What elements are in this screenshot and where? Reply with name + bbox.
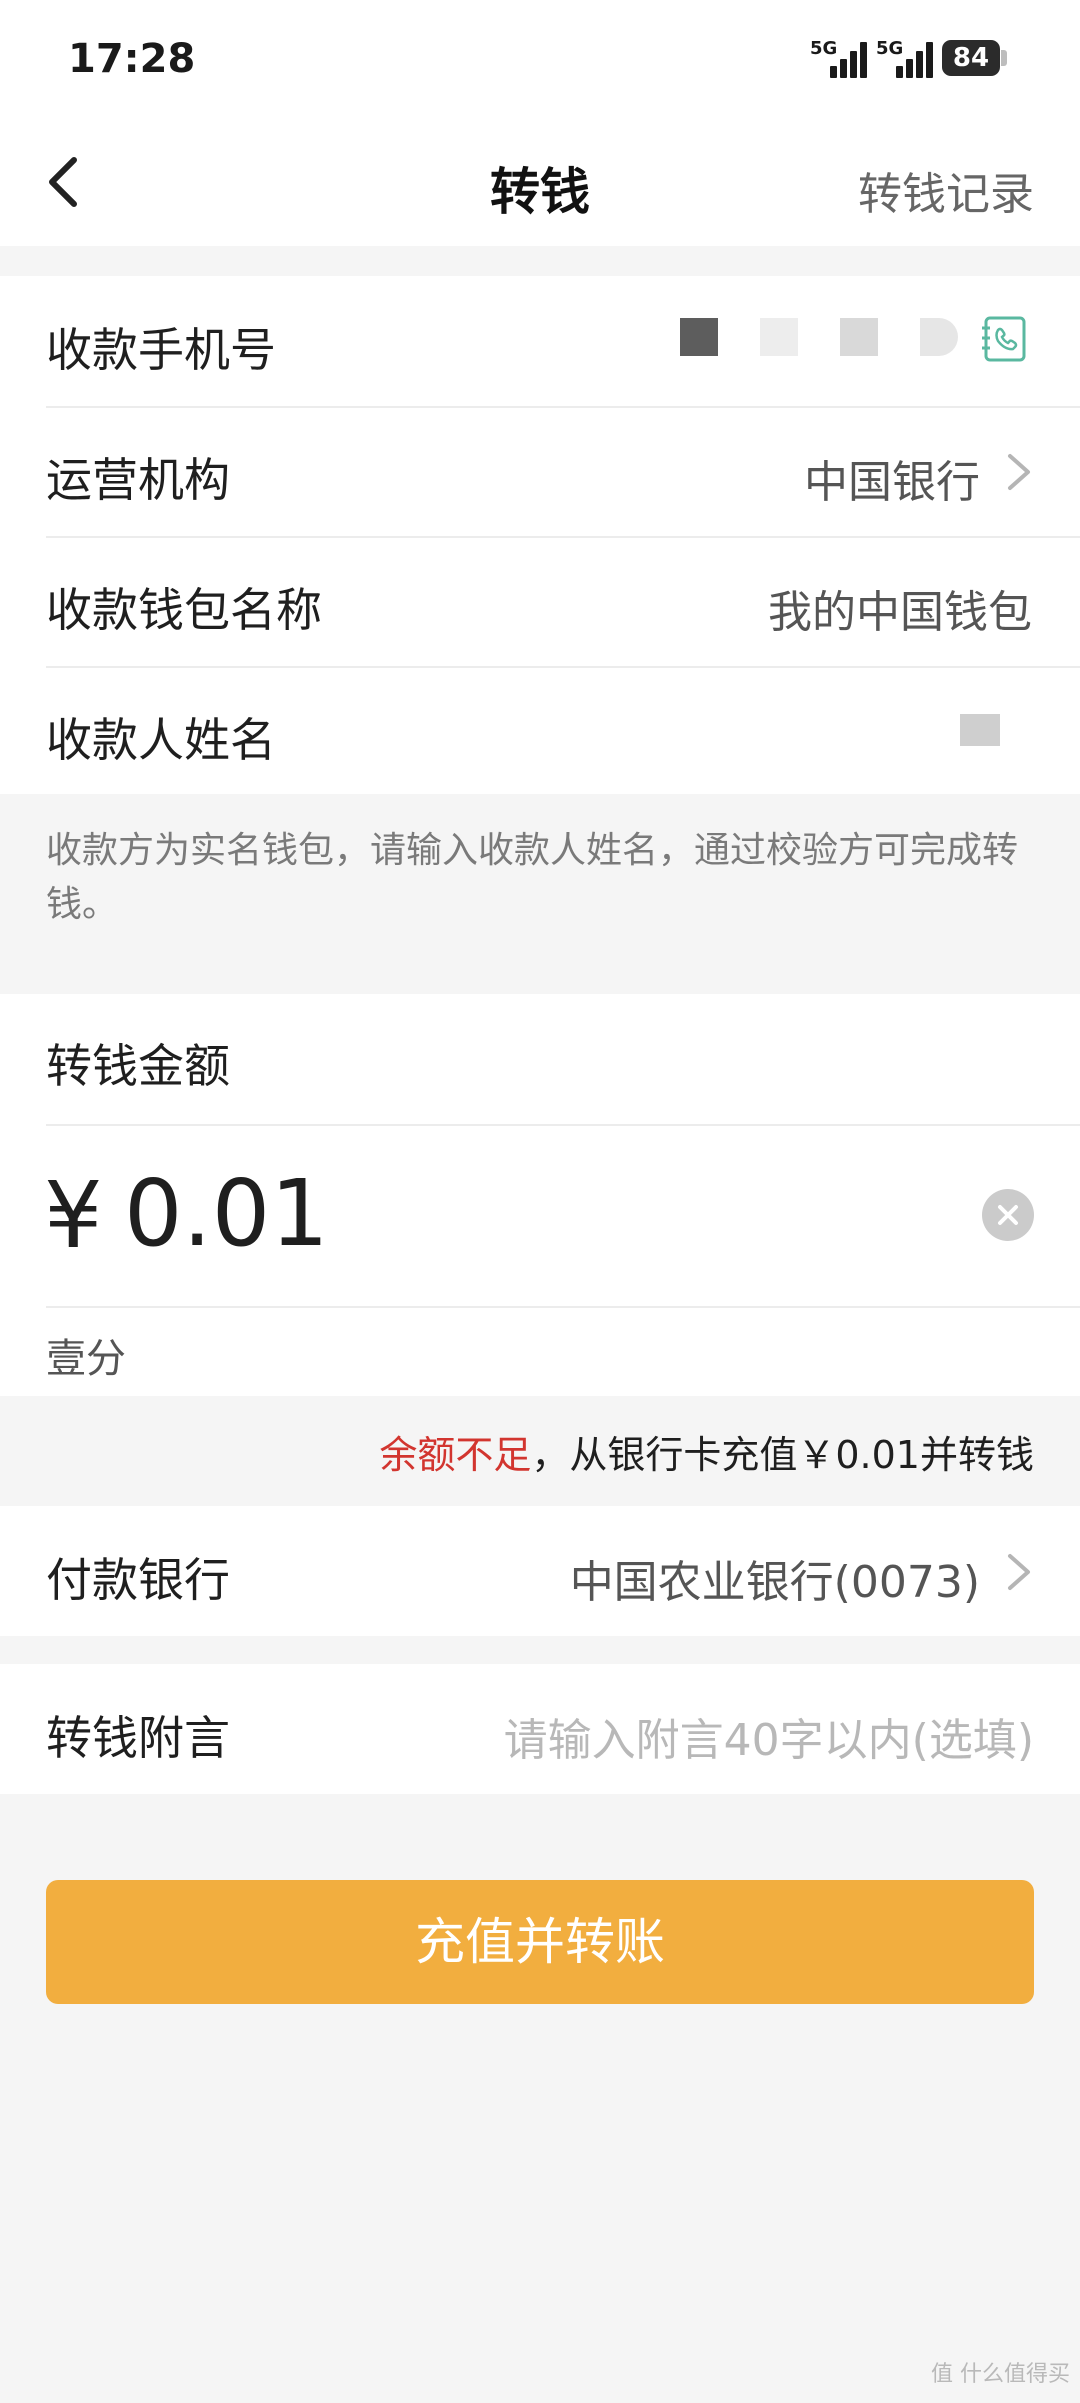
phone-book-icon bbox=[982, 316, 1026, 362]
payee-name-row[interactable]: 收款人姓名 bbox=[0, 666, 1080, 796]
balance-notice: 余额不足，从银行卡充值￥0.01并转钱 bbox=[379, 1424, 1034, 1479]
institution-row[interactable]: 运营机构 中国银行 bbox=[0, 406, 1080, 536]
amount-label: 转钱金额 bbox=[46, 1039, 230, 1093]
watermark: 值 什么值得买 bbox=[931, 2362, 1070, 2387]
chevron-right-icon bbox=[1008, 1554, 1030, 1590]
contacts-button[interactable] bbox=[980, 314, 1030, 364]
masked-digit bbox=[760, 318, 798, 356]
masked-digit bbox=[920, 318, 958, 356]
payment-bank-row[interactable]: 付款银行 中国农业银行(0073) bbox=[0, 1506, 1080, 1636]
phone-row[interactable]: 收款手机号 bbox=[0, 276, 1080, 406]
status-bar: 17:28 5G 5G 84 bbox=[0, 0, 1080, 120]
top-up-detail: ，从银行卡充值￥0.01并转钱 bbox=[531, 1433, 1034, 1477]
clear-amount-button[interactable] bbox=[982, 1189, 1034, 1241]
divider bbox=[46, 1124, 1080, 1126]
real-name-hint: 收款方为实名钱包，请输入收款人姓名，通过校验方可完成转钱。 bbox=[46, 830, 1019, 925]
institution-value: 中国银行 bbox=[804, 457, 980, 508]
payee-name-label: 收款人姓名 bbox=[46, 713, 276, 767]
wallet-name-label: 收款钱包名称 bbox=[46, 583, 322, 637]
status-time: 17:28 bbox=[68, 36, 196, 82]
phone-label: 收款手机号 bbox=[46, 323, 276, 377]
chevron-right-icon bbox=[1008, 454, 1030, 490]
top-up-and-transfer-button[interactable]: 充值并转账 bbox=[46, 1880, 1034, 2004]
note-input[interactable]: 请输入附言40字以内(选填) bbox=[504, 1704, 1034, 1768]
amount-in-words: 壹分 bbox=[46, 1336, 126, 1382]
payment-bank-label: 付款银行 bbox=[46, 1553, 230, 1607]
insufficient-balance-warning: 余额不足 bbox=[379, 1433, 532, 1477]
note-label: 转钱附言 bbox=[46, 1711, 230, 1765]
divider bbox=[46, 1306, 1080, 1308]
currency-symbol: ¥ bbox=[44, 1162, 103, 1269]
recipient-card: 收款手机号 运营机构 中国银行 收款钱包名称 我的中国钱包 收款人姓名 bbox=[0, 276, 1080, 794]
clear-icon bbox=[982, 1189, 1034, 1241]
transfer-record-link[interactable]: 转钱记录 bbox=[858, 158, 1034, 222]
wallet-name-value: 我的中国钱包 bbox=[768, 587, 1032, 638]
battery-tip bbox=[1001, 50, 1007, 66]
masked-digit bbox=[840, 318, 878, 356]
amount-input[interactable]: 0.01 bbox=[124, 1160, 329, 1267]
wallet-name-row: 收款钱包名称 我的中国钱包 bbox=[0, 536, 1080, 666]
masked-digit bbox=[680, 318, 718, 356]
payee-name-input[interactable] bbox=[960, 714, 1000, 746]
nav-bar: 转钱 转钱记录 bbox=[0, 120, 1080, 246]
institution-label: 运营机构 bbox=[46, 453, 230, 507]
battery-icon: 84 bbox=[942, 40, 1000, 76]
payment-bank-value: 中国农业银行(0073) bbox=[569, 1557, 980, 1608]
